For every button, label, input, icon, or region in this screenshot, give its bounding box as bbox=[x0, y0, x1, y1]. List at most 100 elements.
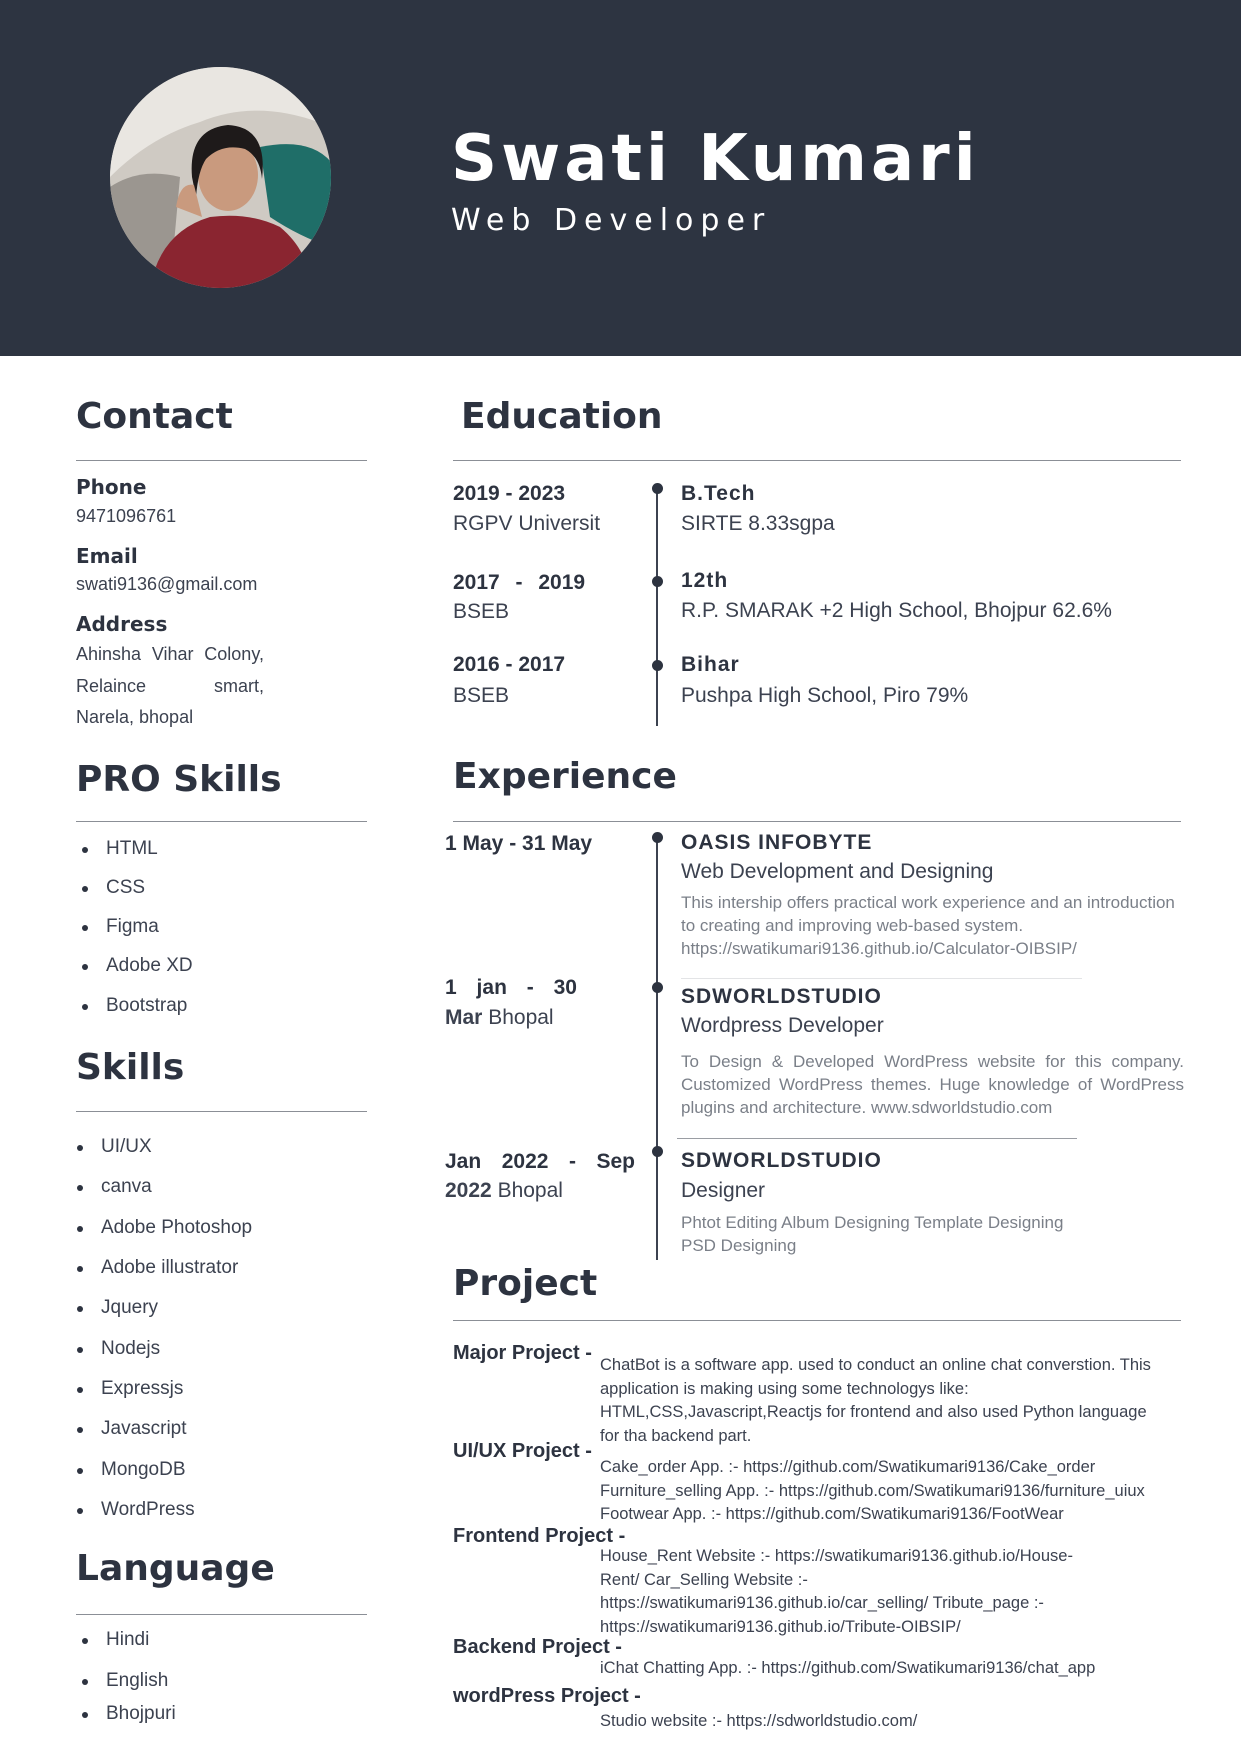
phone-label: Phone bbox=[76, 475, 147, 499]
education-detail: R.P. SMARAK +2 High School, Bhojpur 62.6… bbox=[681, 599, 1112, 622]
project-divider bbox=[453, 1320, 1181, 1321]
list-item: English bbox=[82, 1670, 168, 1692]
address-line: Relaince smart, bbox=[76, 676, 264, 696]
experience-description: Phtot Editing Album Designing Template D… bbox=[681, 1213, 1064, 1255]
experience-position: Designer bbox=[681, 1179, 766, 1202]
list-item: Hindi bbox=[82, 1629, 149, 1651]
profile-photo bbox=[110, 67, 331, 288]
address-label: Address bbox=[76, 612, 168, 636]
profile-photo-image bbox=[110, 67, 331, 288]
bullet-icon bbox=[77, 1468, 83, 1474]
bullet-icon bbox=[77, 1387, 83, 1393]
timeline-dot bbox=[652, 576, 663, 587]
language-title: Language bbox=[76, 1548, 275, 1589]
project-description: Cake_order App. :- https://github.com/Sw… bbox=[600, 1458, 1145, 1523]
timeline-dot bbox=[652, 483, 663, 494]
education-title: Education bbox=[461, 396, 663, 437]
education-degree: 12th bbox=[681, 569, 729, 592]
experience-position: Wordpress Developer bbox=[681, 1014, 884, 1037]
bullet-icon bbox=[82, 1004, 88, 1010]
project-title: Project bbox=[453, 1263, 598, 1304]
experience-divider bbox=[453, 821, 1181, 822]
bullet-icon bbox=[82, 925, 88, 931]
experience-location: Bhopal bbox=[488, 1006, 554, 1029]
timeline-dot bbox=[652, 832, 663, 843]
list-item: MongoDB bbox=[77, 1459, 186, 1481]
project-label: Backend Project - bbox=[453, 1636, 622, 1658]
list-item: UI/UX bbox=[77, 1136, 152, 1158]
list-item: Bhojpuri bbox=[82, 1703, 176, 1725]
list-item: Bootstrap bbox=[82, 995, 187, 1017]
contact-title: Contact bbox=[76, 396, 233, 437]
experience-company: SDWORLDSTUDIO bbox=[681, 1149, 882, 1172]
list-item: Adobe Photoshop bbox=[77, 1217, 252, 1239]
experience-timeline-line bbox=[656, 836, 658, 1260]
education-detail: SIRTE 8.33sgpa bbox=[681, 512, 835, 535]
bullet-icon bbox=[82, 964, 88, 970]
experience-date-year: 2022 bbox=[445, 1179, 492, 1202]
project-description: House_Rent Website :- https://swatikumar… bbox=[600, 1547, 1073, 1636]
skills-title: Skills bbox=[76, 1047, 185, 1088]
header-banner: Swati Kumari Web Developer bbox=[0, 0, 1241, 356]
bullet-icon bbox=[77, 1347, 83, 1353]
email-label: Email bbox=[76, 544, 138, 568]
education-divider bbox=[453, 460, 1181, 461]
education-years: 2016 - 2017 bbox=[453, 653, 566, 676]
bullet-icon bbox=[77, 1266, 83, 1272]
address-line: Narela, bhopal bbox=[76, 707, 194, 727]
pro-skills-divider bbox=[76, 821, 367, 822]
email-value: swati9136@gmail.com bbox=[76, 574, 258, 594]
list-item: Expressjs bbox=[77, 1378, 183, 1400]
list-item: HTML bbox=[82, 838, 158, 860]
skills-divider bbox=[76, 1111, 367, 1112]
project-description: ChatBot is a software app. used to condu… bbox=[600, 1356, 1151, 1445]
timeline-dot bbox=[652, 982, 663, 993]
language-divider bbox=[76, 1614, 367, 1615]
list-item: WordPress bbox=[77, 1499, 195, 1521]
experience-location: Bhopal bbox=[497, 1179, 563, 1202]
timeline-dot bbox=[652, 1146, 663, 1157]
bullet-icon bbox=[77, 1306, 83, 1312]
bullet-icon bbox=[77, 1185, 83, 1191]
experience-position: Web Development and Designing bbox=[681, 860, 994, 883]
education-board: BSEB bbox=[453, 600, 510, 623]
project-description: iChat Chatting App. :- https://github.co… bbox=[600, 1659, 1096, 1677]
list-item: Nodejs bbox=[77, 1338, 160, 1360]
bullet-icon bbox=[77, 1508, 83, 1514]
education-timeline-line bbox=[656, 488, 658, 726]
project-label: UI/UX Project - bbox=[453, 1440, 592, 1462]
candidate-name: Swati Kumari bbox=[451, 122, 980, 196]
experience-date-line2: Mar Bhopal bbox=[445, 1006, 554, 1030]
experience-description: This intership offers practical work exp… bbox=[681, 893, 1175, 958]
bullet-icon bbox=[82, 886, 88, 892]
project-label: Major Project - bbox=[453, 1342, 592, 1364]
bullet-icon bbox=[77, 1226, 83, 1232]
bullet-icon bbox=[82, 847, 88, 853]
experience-company: SDWORLDSTUDIO bbox=[681, 985, 882, 1008]
pro-skills-title: PRO Skills bbox=[76, 759, 282, 800]
education-degree: Bihar bbox=[681, 653, 740, 676]
experience-separator bbox=[677, 1138, 1077, 1139]
project-description: Studio website :- https://sdworldstudio.… bbox=[600, 1712, 918, 1730]
list-item: Adobe XD bbox=[82, 955, 193, 977]
experience-date-month: Mar bbox=[445, 1006, 483, 1029]
phone-value: 9471096761 bbox=[76, 506, 177, 526]
experience-company: OASIS INFOBYTE bbox=[681, 831, 873, 854]
experience-description: To Design & Developed WordPress website … bbox=[681, 1052, 1184, 1117]
experience-date: 1 May - 31 May bbox=[445, 832, 593, 855]
experience-date-line2: 2022 Bhopal bbox=[445, 1179, 563, 1203]
education-board: RGPV Universit bbox=[453, 512, 601, 535]
contact-divider bbox=[76, 460, 367, 461]
bullet-icon bbox=[82, 1638, 88, 1644]
experience-date: 1 jan - 30 bbox=[445, 976, 577, 999]
experience-separator bbox=[681, 978, 1082, 979]
project-label: wordPress Project - bbox=[453, 1685, 641, 1707]
experience-title: Experience bbox=[453, 756, 677, 797]
bullet-icon bbox=[82, 1712, 88, 1718]
education-years: 2019 - 2023 bbox=[453, 482, 566, 505]
list-item: canva bbox=[77, 1176, 152, 1198]
list-item: Adobe illustrator bbox=[77, 1257, 238, 1279]
experience-date: Jan 2022 - Sep bbox=[445, 1150, 635, 1173]
list-item: Figma bbox=[82, 916, 159, 938]
address-line: Ahinsha Vihar Colony, bbox=[76, 644, 264, 664]
